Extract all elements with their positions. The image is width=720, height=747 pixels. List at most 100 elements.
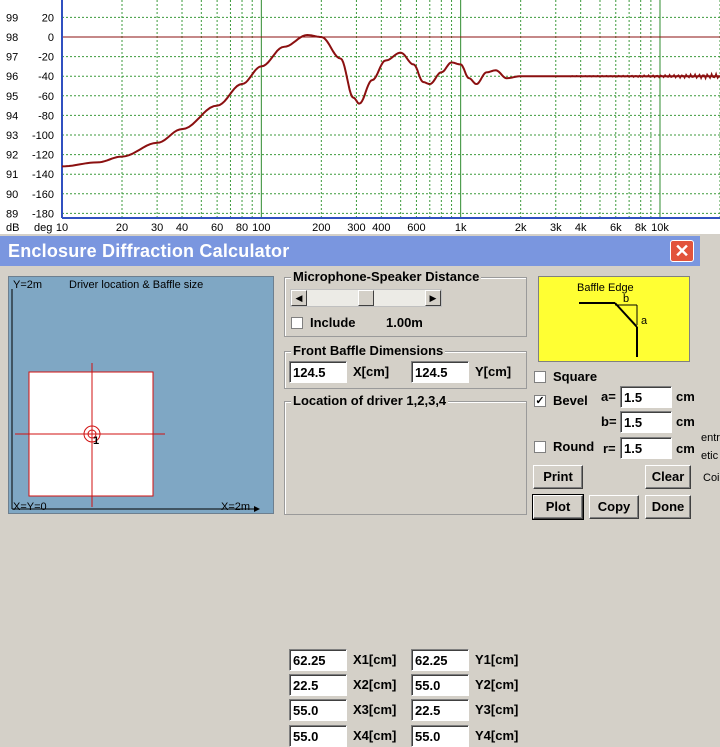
diffraction-calculator-window: Enclosure Diffraction Calculator ✕ Y=2m … [0,236,700,747]
title-bar[interactable]: Enclosure Diffraction Calculator ✕ [0,236,700,266]
mic-distance-title: Microphone-Speaker Distance [291,269,482,284]
edge-r-input[interactable]: 1.5 [620,437,672,459]
x-tick-label: 10k [651,222,669,234]
y-left-tick-label: 93 [6,130,18,142]
window-title: Enclosure Diffraction Calculator [8,241,290,261]
x-tick-label: 4k [575,222,587,234]
done-button[interactable]: Done [645,495,691,519]
square-label: Square [553,369,598,384]
bevel-checkbox[interactable]: ✓ [534,395,546,407]
driver-3-x-input[interactable]: 55.0 [289,699,347,721]
y-left-tick-label: 89 [6,208,18,220]
print-button[interactable]: Print [533,465,583,489]
edge-r-prefix: r= [603,441,616,456]
y-left-tick-label: 95 [6,91,18,103]
driver-2-y-unit: Y2[cm] [475,677,519,692]
baffle-y-input[interactable]: 124.5 [411,361,469,383]
driver-3-x-unit: X3[cm] [353,702,397,717]
x-tick-label: 60 [211,222,223,234]
y-right-tick-label: -140 [32,169,54,181]
y-right-tick-label: 20 [42,12,54,24]
scroll-left-icon[interactable]: ◀ [291,290,307,306]
edge-a-prefix: a= [601,389,616,404]
y-left-unit-label: dB [6,222,19,234]
driver-4-x-input[interactable]: 55.0 [289,725,347,747]
y-right-unit-label: deg [34,222,52,234]
background-window-strip: entr etic Coi [700,236,720,519]
baffle-x-input[interactable]: 124.5 [289,361,347,383]
x-tick-label: 100 [252,222,270,234]
x-tick-label: 300 [347,222,365,234]
edge-r-unit: cm [676,441,695,456]
front-baffle-title: Front Baffle Dimensions [291,343,446,358]
driver-1-x-unit: X1[cm] [353,652,397,667]
y-left-tick-label: 98 [6,32,18,44]
driver-4-y-input[interactable]: 55.0 [411,725,469,747]
driver-3-y-unit: Y3[cm] [475,702,519,717]
edge-a-input[interactable]: 1.5 [620,386,672,408]
round-label: Round [553,439,595,454]
round-checkbox[interactable] [534,441,546,453]
background-text-1: entr [701,432,720,444]
edge-b-input[interactable]: 1.5 [620,411,672,433]
mic-distance-slider[interactable]: ◀ ▶ [290,289,442,307]
plot-button[interactable]: Plot [532,494,584,520]
baffle-y-unit: Y[cm] [475,364,512,379]
y-left-tick-label: 91 [6,169,18,181]
x-tick-label: 3k [550,222,562,234]
square-checkbox[interactable] [534,371,546,383]
origin-label: X=Y=0 [13,501,47,513]
close-button[interactable]: ✕ [670,240,694,262]
x-tick-label: 2k [515,222,527,234]
x-tick-label: 400 [372,222,390,234]
driver-1-y-unit: Y1[cm] [475,652,519,667]
driver-2-y-input[interactable]: 55.0 [411,674,469,696]
background-text-2: etic [701,450,719,462]
background-text-3: Coi [703,472,720,484]
y-right-tick-label: -160 [32,189,54,201]
baffle-edge-diagram: Baffle Edge b a [538,276,690,362]
x-tick-label: 200 [312,222,330,234]
y-left-tick-label: 97 [6,52,18,64]
driver-marker-label: 1 [93,435,100,447]
x-tick-label: 1k [455,222,467,234]
bevel-label: Bevel [553,393,588,408]
driver-3-y-input[interactable]: 22.5 [411,699,469,721]
y-left-tick-label: 90 [6,189,18,201]
driver-1-y-input[interactable]: 62.25 [411,649,469,671]
x-tick-label: 6k [610,222,622,234]
x-axis-label: X=2m [221,501,251,513]
y-right-tick-label: -60 [38,91,54,103]
baffle-diagram [11,289,260,512]
y-right-tick-label: -80 [38,110,54,122]
y-right-tick-label: 0 [48,32,54,44]
y-left-tick-label: 96 [6,71,18,83]
y-right-tick-label: -120 [32,150,54,162]
y-right-tick-label: -20 [38,52,54,64]
y-left-tick-label: 92 [6,150,18,162]
bevel-edge-icon [579,302,638,357]
x-tick-label: 40 [176,222,188,234]
clear-button[interactable]: Clear [645,465,691,489]
y-right-tick-label: -100 [32,130,54,142]
frequency-response-plot: 99 20 98 0 97 -20 96 -40 95 -60 94 -80 93 -100 92 -120 9… [0,0,720,234]
driver-4-y-unit: Y4[cm] [475,728,519,743]
driver-location-group: Location of driver 1,2,3,4 [284,393,527,515]
scroll-right-icon[interactable]: ▶ [425,290,441,306]
y-left-tick-label: 99 [6,12,18,24]
x-tick-label: 80 [236,222,248,234]
include-label: Include [310,315,356,330]
x-tick-label: 8k [635,222,647,234]
edge-a-unit: cm [676,389,695,404]
y-right-tick-label: -180 [32,208,54,220]
driver-2-x-input[interactable]: 22.5 [289,674,347,696]
y-right-tick-label: -40 [38,71,54,83]
edge-b-prefix: b= [601,414,617,429]
x-tick-label: 20 [116,222,128,234]
slider-thumb[interactable] [358,290,374,306]
copy-button[interactable]: Copy [589,495,639,519]
include-checkbox[interactable] [291,317,303,329]
driver-1-x-input[interactable]: 62.25 [289,649,347,671]
x-tick-label: 10 [56,222,68,234]
x-tick-label: 600 [407,222,425,234]
